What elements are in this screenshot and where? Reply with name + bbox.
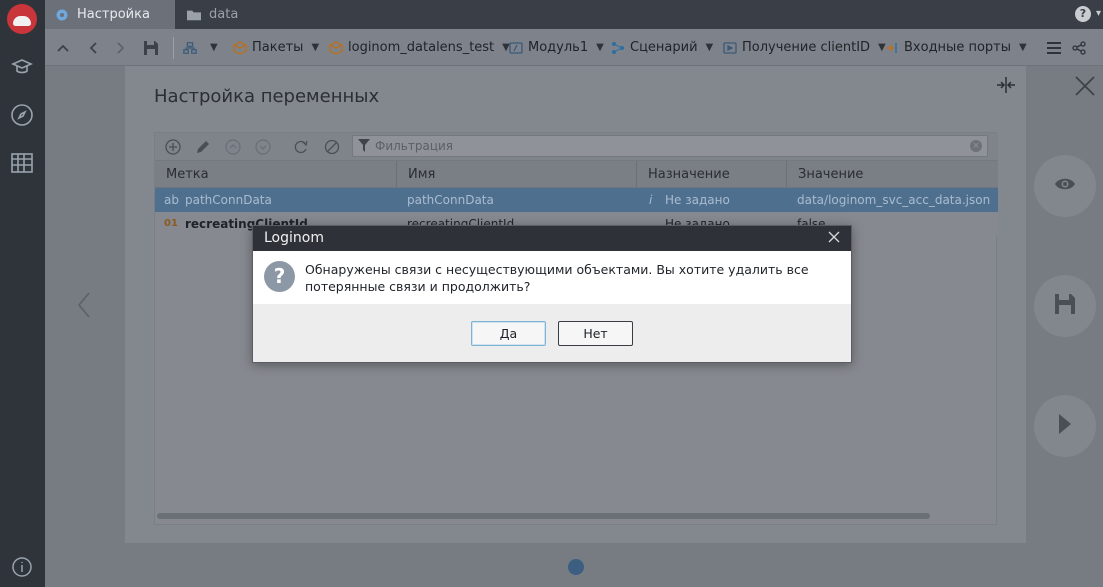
chevron-down-icon: ▼ <box>311 42 320 53</box>
confirm-dialog: Loginom ? Обнаружены связи с несуществую… <box>252 225 852 363</box>
save-icon[interactable] <box>141 38 161 58</box>
loginom-logo[interactable] <box>7 4 37 34</box>
collapse-icon[interactable] <box>995 76 1017 94</box>
help-icon[interactable]: ? <box>1075 6 1091 22</box>
close-icon[interactable] <box>1073 74 1097 98</box>
back-icon[interactable] <box>83 38 103 58</box>
save-button[interactable] <box>1034 275 1096 337</box>
refresh-icon[interactable] <box>292 138 310 156</box>
table-row[interactable]: ab pathConnData pathConnData i Не задано… <box>155 188 998 212</box>
chevron-down-icon: ▼ <box>596 42 604 53</box>
boolean-type-icon: 01 <box>164 218 178 229</box>
table-icon[interactable] <box>9 150 35 176</box>
breadcrumb-label: loginom_datalens_test <box>348 40 495 55</box>
info-icon[interactable] <box>9 554 35 580</box>
chevron-down-icon: ▼ <box>1019 42 1027 53</box>
row-purpose: Не задано <box>665 193 730 207</box>
close-icon[interactable] <box>827 230 843 246</box>
scenario-icon <box>611 41 625 55</box>
table-toolbar: × <box>155 133 998 161</box>
menu-icon[interactable] <box>1044 38 1064 58</box>
breadcrumb-label: Модуль1 <box>528 40 589 55</box>
breadcrumb-module[interactable]: Модуль1 ▼ <box>509 29 604 66</box>
package-icon <box>329 40 343 55</box>
breadcrumb-scenario[interactable]: Сценарий ▼ <box>611 29 713 66</box>
page-indicator-dot[interactable] <box>568 559 584 575</box>
tab-data[interactable]: data <box>175 0 315 29</box>
tab-settings[interactable]: Настройка <box>45 0 175 29</box>
compass-icon[interactable] <box>9 102 35 128</box>
horizontal-scrollbar[interactable] <box>157 513 930 519</box>
toolbar: ▼ Пакеты ▼ loginom_datalens_test ▼ Модул… <box>45 29 1103 66</box>
hierarchy-icon <box>183 41 197 55</box>
clear-icon[interactable] <box>323 138 341 156</box>
no-button[interactable]: Нет <box>558 321 633 346</box>
filter-icon <box>358 139 372 153</box>
divider <box>173 37 174 59</box>
save-icon <box>1054 293 1076 319</box>
graduation-cap-icon[interactable] <box>9 54 35 80</box>
row-label: pathConnData <box>185 193 272 207</box>
chevron-down-icon: ▼ <box>210 42 218 53</box>
breadcrumb-package[interactable]: loginom_datalens_test ▼ <box>329 29 510 66</box>
breadcrumb-label: Входные порты <box>904 40 1011 55</box>
share-icon[interactable] <box>1069 38 1089 58</box>
column-header-value[interactable]: Значение <box>787 161 998 188</box>
breadcrumb-input-ports[interactable]: Входные порты ▼ <box>885 29 1027 66</box>
chevron-down-icon: ▼ <box>705 42 714 53</box>
dialog-message: Обнаружены связи с несуществующими объек… <box>305 262 809 294</box>
filter-input[interactable] <box>375 136 955 156</box>
yes-button[interactable]: Да <box>471 321 546 346</box>
breadcrumb-node[interactable]: Получение clientID ▼ <box>723 29 886 66</box>
dialog-title: Loginom <box>253 226 851 251</box>
clear-filter-icon[interactable]: × <box>970 140 982 152</box>
breadcrumb-label: Получение clientID <box>742 40 871 55</box>
info-icon: i <box>649 193 653 207</box>
package-icon <box>233 40 247 55</box>
column-header-name[interactable]: Имя <box>397 161 637 188</box>
string-type-icon: ab <box>164 193 179 207</box>
move-up-icon[interactable] <box>224 138 242 156</box>
add-icon[interactable] <box>164 138 182 156</box>
filter-field: × <box>352 135 988 157</box>
input-ports-icon <box>885 41 899 55</box>
page-title: Настройка переменных <box>154 86 380 107</box>
edit-icon[interactable] <box>194 138 212 156</box>
breadcrumb-packages[interactable]: Пакеты ▼ <box>233 29 319 66</box>
move-down-icon[interactable] <box>254 138 272 156</box>
tab-bar: Настройка data ? ▾ <box>45 0 1103 29</box>
question-icon: ? <box>264 261 295 292</box>
breadcrumb-label: Сценарий <box>630 40 698 55</box>
node-icon <box>723 41 737 55</box>
tab-label: Настройка <box>77 7 150 22</box>
tab-label: data <box>209 7 239 22</box>
forward-icon[interactable] <box>111 38 131 58</box>
preview-button[interactable] <box>1034 155 1096 217</box>
up-icon[interactable] <box>53 38 73 58</box>
row-name: pathConnData <box>407 193 494 207</box>
column-header-purpose[interactable]: Назначение <box>637 161 787 188</box>
chevron-left-icon[interactable] <box>77 291 93 321</box>
row-value: data/loginom_svc_acc_data.json <box>797 193 991 207</box>
dialog-body: ? Обнаружены связи с несуществующими объ… <box>253 251 851 304</box>
breadcrumb-root[interactable]: ▼ <box>183 29 218 66</box>
left-rail <box>0 0 45 587</box>
gear-icon <box>55 8 69 22</box>
folder-icon <box>187 8 201 22</box>
module-icon <box>509 41 523 55</box>
chevron-down-icon[interactable]: ▾ <box>1096 8 1101 19</box>
eye-icon <box>1054 176 1076 196</box>
column-header-label[interactable]: Метка <box>155 161 397 188</box>
play-icon <box>1058 413 1072 439</box>
run-button[interactable] <box>1034 395 1096 457</box>
breadcrumb-label: Пакеты <box>252 40 304 55</box>
table-header: Метка Имя Назначение Значение <box>155 161 998 188</box>
